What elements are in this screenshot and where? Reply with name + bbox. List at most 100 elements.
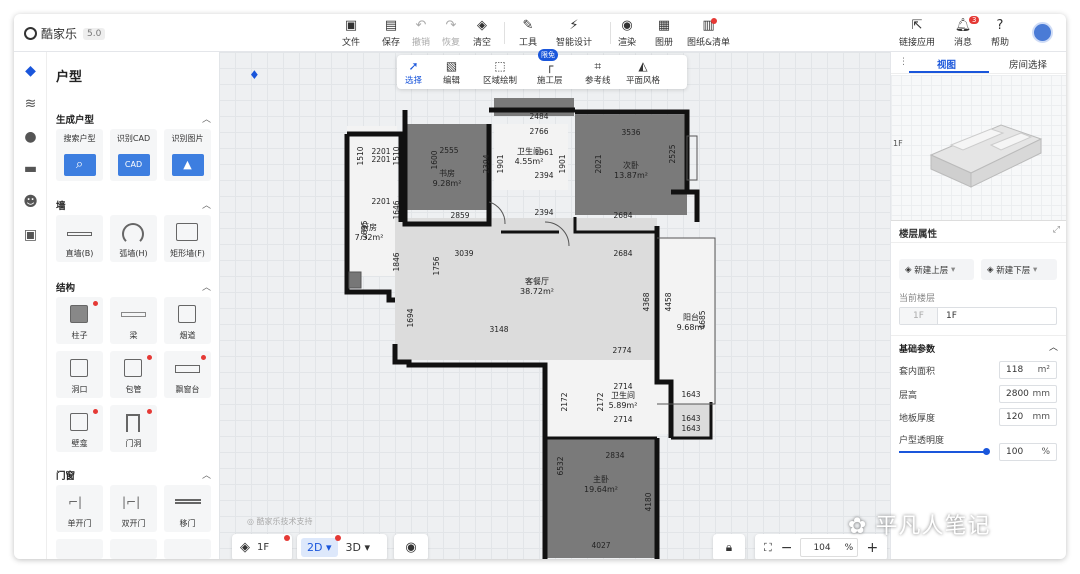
file-button[interactable]: ▣ 文件 [342,18,360,48]
bay-window-card[interactable]: 飘窗台 [164,351,211,398]
help-button[interactable]: ? 帮助 [991,18,1009,48]
image-icon: ▦ [657,18,671,33]
tab-view[interactable]: 视图 [937,57,956,71]
beam-card[interactable]: 梁 [110,297,157,344]
area-input[interactable]: 118 m² [999,361,1057,379]
room-area: 4.55m² [515,157,544,166]
door-section-title: 门窗 [56,471,76,482]
red-dot [201,355,206,360]
floor-label: 1F [257,542,270,553]
undo-button[interactable]: ↶ 撤销 [412,18,430,48]
svg-text:1643: 1643 [681,414,700,423]
tools-button[interactable]: ✎ 工具 [519,18,537,48]
user-icon[interactable]: ☻ [22,193,39,210]
collapse-icon[interactable]: ︿ [202,112,211,125]
search-icon: ⌕ [63,154,96,176]
lock-button[interactable]: 🔒︎ [713,534,745,559]
zoom-in-button[interactable]: + [866,540,878,556]
svg-text:1646: 1646 [392,200,401,219]
gallery-button[interactable]: ▦ 图册 [655,18,673,48]
cad-icon: CAD [117,154,150,176]
rect-wall-card[interactable]: 矩形墙(F) [164,215,211,262]
collapse-icon[interactable]: ︿ [202,198,211,211]
collapse-icon[interactable]: ︿ [1049,340,1058,353]
column-card[interactable]: 柱子 [56,297,103,344]
help-label: 帮助 [991,38,1010,48]
opacity-input[interactable]: 100% [999,443,1057,461]
sofa-icon[interactable]: ▬ [22,160,39,177]
image-icon: ▲ [171,154,204,176]
collapse-icon[interactable]: ︿ [202,280,211,293]
recognize-image-card[interactable]: 识别图片 ▲ [164,129,211,181]
pipe-cover-card[interactable]: 包管 [110,351,157,398]
svg-text:1694: 1694 [406,308,415,327]
smart-design-button[interactable]: ⚡ 智能设计 [556,18,592,48]
2d-view-button[interactable]: 2D ▾ [301,538,338,557]
opacity-slider[interactable] [899,448,990,455]
svg-text:3039: 3039 [454,249,473,258]
lightning-icon: ⚡ [569,18,579,33]
svg-text:4027: 4027 [591,541,610,550]
svg-text:4368: 4368 [642,292,651,311]
view-switch: 2D ▾ 3D ▾ [297,534,387,559]
fit-view-icon[interactable]: ⛶ [764,541,772,555]
redo-button[interactable]: ↷ 恢复 [442,18,460,48]
drawings-button[interactable]: ▥ 图纸&清单 [687,18,730,48]
3d-preview[interactable]: 1F [891,75,1066,221]
sliding-door-card[interactable]: 移门 [164,485,211,532]
eraser-icon: ◈ [477,18,487,33]
menu-icon[interactable]: ⋮ [899,57,908,67]
visibility-button[interactable]: ◉ [394,534,428,559]
window-card-2[interactable] [110,539,157,559]
3d-view-button[interactable]: 3D ▾ [346,541,371,554]
room-area: 7.32m² [355,233,384,242]
app-logo[interactable]: 酷家乐 5.0 [24,25,106,42]
render-button[interactable]: ◉ 渲染 [618,18,636,48]
zoom-input[interactable]: 104% [800,538,859,557]
single-door-card[interactable]: ⌐| 单开门 [56,485,103,532]
cabinet-icon[interactable]: ▣ [22,226,39,243]
expand-icon[interactable]: ⤢ [1053,225,1060,235]
design-canvas[interactable]: ♦ ➚选择 ▧编辑 ⬚区域绘制 ┌施工层 限免 ⌗参考线 ◭平面风格 [219,49,890,559]
floor-plan[interactable]: 书房 9.28m² 卫生间 4.55m² 次卧 13.87m² 厨房 7.32m… [219,52,890,559]
zoom-out-button[interactable]: − [781,540,793,556]
support-watermark: ◎ 酷家乐技术支持 [247,517,313,526]
new-upper-floor-button[interactable]: ◈ 新建上层 ▾ [899,259,974,280]
svg-text:1756: 1756 [432,256,441,275]
svg-text:2555: 2555 [439,146,458,155]
door-opening-card[interactable]: 门洞 [110,405,157,452]
recognize-cad-card[interactable]: 识别CAD CAD [110,129,157,181]
floor-switch[interactable]: ◈ 1F [232,534,292,559]
double-door-card[interactable]: |⌐| 双开门 [110,485,157,532]
niche-card[interactable]: 壁龛 [56,405,103,452]
collapse-icon[interactable]: ︿ [202,468,211,481]
room-name: 客餐厅 [525,276,549,286]
flue-card[interactable]: 烟道 [164,297,211,344]
red-dot [147,409,152,414]
height-input[interactable]: 2800 mm [999,385,1057,403]
straight-wall-card[interactable]: 直墙(B) [56,215,103,262]
help-icon: ? [996,18,1004,33]
clear-button[interactable]: ◈ 清空 [473,18,491,48]
slider-handle[interactable] [983,448,990,455]
search-floorplan-card[interactable]: 搜索户型 ⌕ [56,129,103,181]
floorplan-icon[interactable]: ◆ [22,62,39,79]
beam-icon [121,312,146,317]
arc-wall-card[interactable]: 弧墙(H) [110,215,157,262]
room-area: 13.87m² [614,171,648,180]
app-link-button[interactable]: ⇱ 链接应用 [899,18,935,48]
room-area: 19.64m² [584,485,618,494]
thickness-input[interactable]: 120 mm [999,408,1057,426]
avatar[interactable] [1032,22,1053,43]
lightbulb-icon[interactable]: ● [22,128,39,145]
opening-card[interactable]: 洞口 [56,351,103,398]
room-name: 书房 [439,168,455,178]
tab-room-select[interactable]: 房间选择 [1009,57,1047,71]
window-card-1[interactable] [56,539,103,559]
window-card-3[interactable] [164,539,211,559]
save-button[interactable]: ▤ 保存 [382,18,400,48]
new-lower-floor-button[interactable]: ◈ 新建下层 ▾ [981,259,1057,280]
layers-icon[interactable]: ≋ [22,95,39,112]
floor-name-field[interactable]: 1F 1F [899,307,1057,325]
svg-text:1510: 1510 [392,146,401,165]
